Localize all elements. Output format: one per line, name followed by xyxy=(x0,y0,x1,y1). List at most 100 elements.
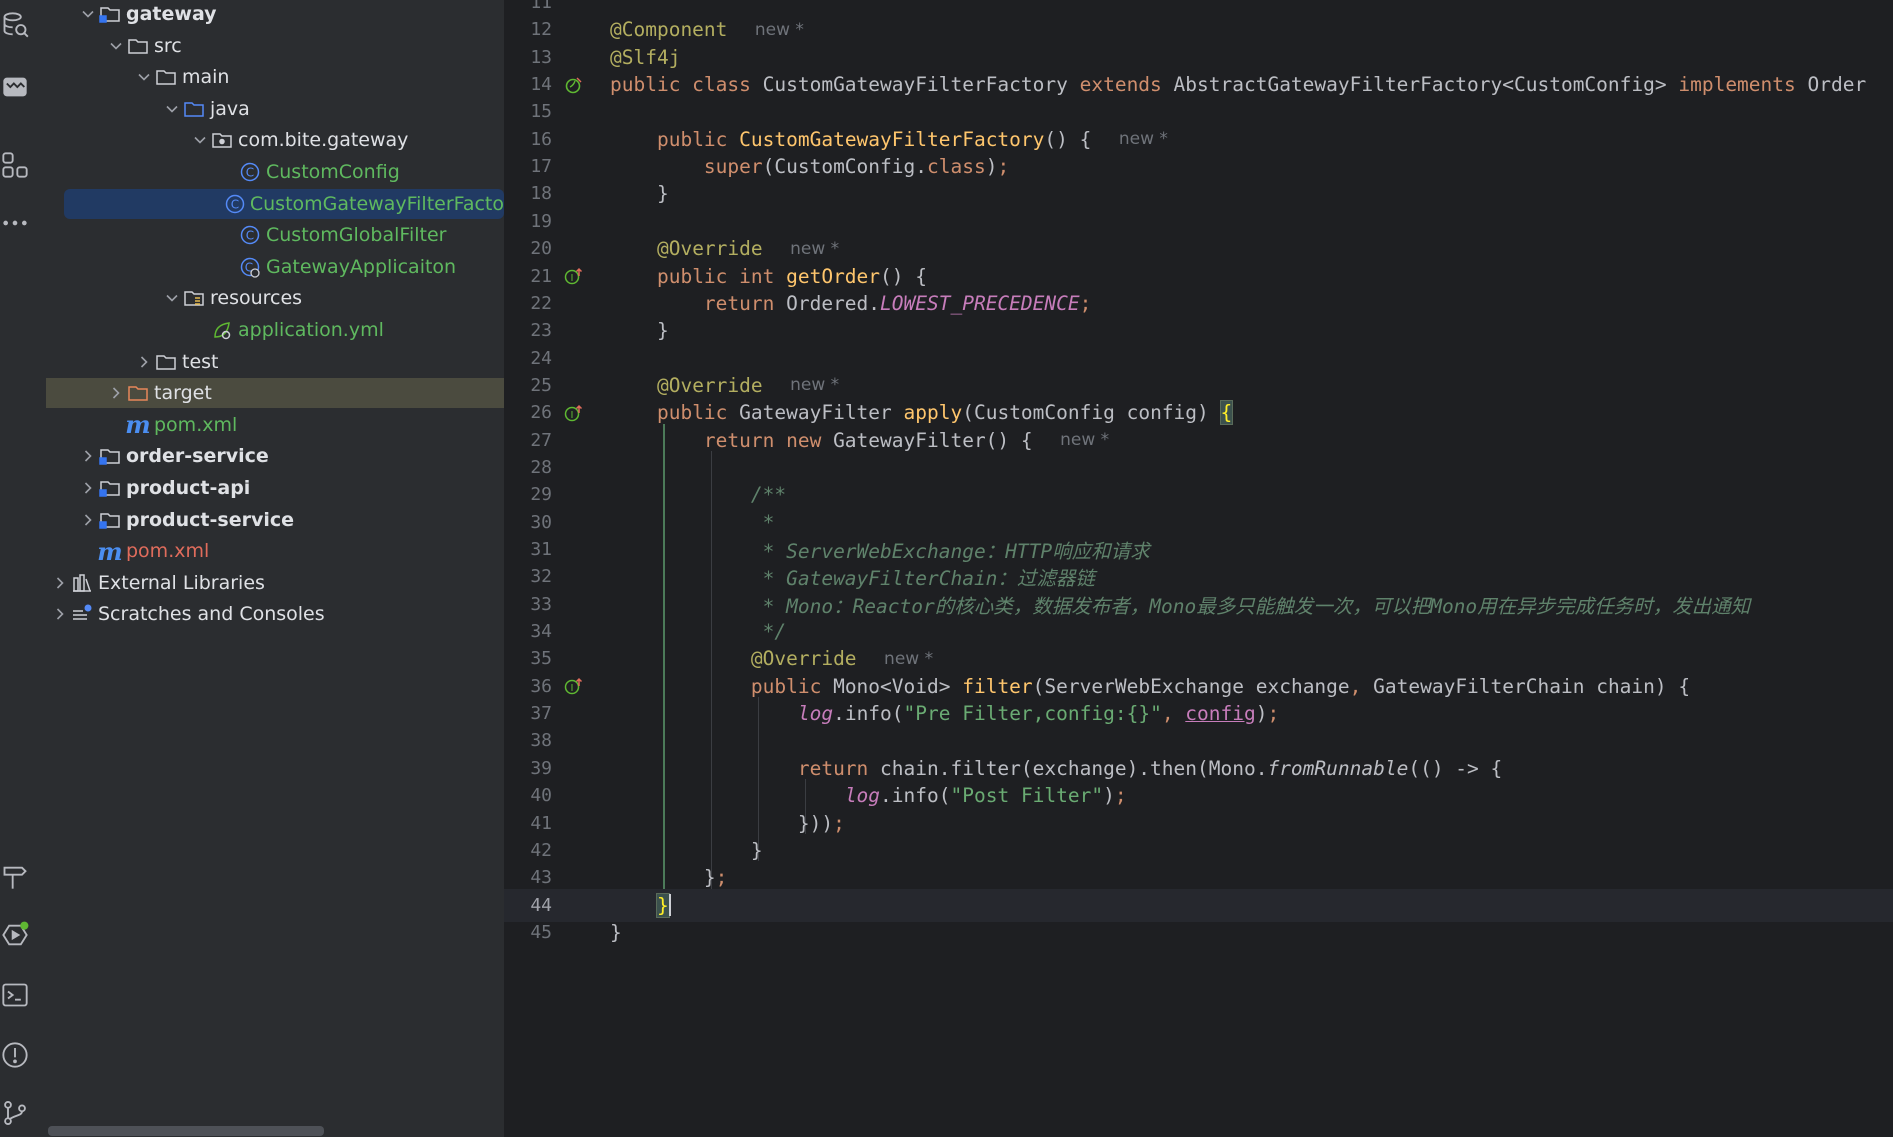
services-icon[interactable] xyxy=(0,920,30,950)
code-token: @Component xyxy=(610,18,728,42)
implements-icon[interactable]: I xyxy=(552,403,596,423)
line-number: 27 xyxy=(530,429,552,451)
git-icon[interactable] xyxy=(0,1098,30,1128)
tree-item[interactable]: target xyxy=(46,378,504,409)
line-number: 32 xyxy=(530,566,552,588)
chevron-down-icon[interactable] xyxy=(134,70,154,84)
code-token: ) xyxy=(1103,784,1115,808)
code-token: return new xyxy=(703,428,834,452)
code-token: } xyxy=(703,866,716,890)
line-number: 12 xyxy=(530,19,552,41)
chevron-right-icon[interactable] xyxy=(78,481,98,495)
tree-item[interactable]: External Libraries xyxy=(46,568,504,598)
chevron-down-icon[interactable] xyxy=(162,291,182,305)
tree-item[interactable]: test xyxy=(46,347,504,377)
code-vision-hint: new * xyxy=(1060,430,1110,451)
code-token: Order xyxy=(1807,73,1867,97)
build-icon[interactable] xyxy=(0,862,30,892)
code-token: Ordered. xyxy=(786,291,881,315)
chevron-right-icon[interactable] xyxy=(50,576,70,590)
tree-item[interactable]: Scratches and Consoles xyxy=(46,599,504,629)
tree-item-label: java xyxy=(210,97,250,120)
code-token: public xyxy=(750,674,834,698)
chevron-right-icon[interactable] xyxy=(78,513,98,527)
code-vision-hint: new * xyxy=(754,19,804,40)
tree-item[interactable]: m pom.xml xyxy=(46,410,504,440)
code-token: public class xyxy=(610,73,763,97)
code-token: ; xyxy=(1114,784,1127,808)
code-token: ; xyxy=(1267,702,1280,726)
bean-icon[interactable] xyxy=(552,75,596,95)
module-folder-icon xyxy=(98,3,122,25)
tool-window-stripe xyxy=(0,0,47,1137)
code-token: } xyxy=(656,319,669,343)
tree-item-label: gateway xyxy=(126,3,217,25)
tree-item[interactable]: gateway xyxy=(46,0,504,29)
chevron-down-icon[interactable] xyxy=(106,39,126,53)
chevron-down-icon[interactable] xyxy=(190,133,210,147)
tree-item[interactable]: C CustomGlobalFilter xyxy=(46,220,504,250)
line-number: 14 xyxy=(530,74,552,96)
code-token: return xyxy=(797,756,881,780)
implements-icon[interactable]: I xyxy=(552,266,596,286)
code-token: implements xyxy=(1678,73,1808,97)
tree-item[interactable]: main xyxy=(46,62,504,92)
tree-item[interactable]: src xyxy=(46,31,504,61)
tree-item[interactable]: application.yml xyxy=(46,315,504,345)
line-number: 26 xyxy=(530,402,552,424)
database-icon[interactable] xyxy=(0,10,30,40)
tree-item[interactable]: resources xyxy=(46,283,504,313)
svg-text:I: I xyxy=(571,273,574,284)
svg-text:C: C xyxy=(246,229,254,243)
code-token: ) xyxy=(985,155,998,179)
tree-item-label: product-service xyxy=(126,508,294,531)
chevron-right-icon[interactable] xyxy=(50,607,70,621)
svg-text:C: C xyxy=(231,197,239,211)
chevron-down-icon[interactable] xyxy=(78,7,98,21)
package-icon xyxy=(210,129,234,151)
tree-item-label: com.bite.gateway xyxy=(238,129,409,152)
structure-icon[interactable] xyxy=(0,150,30,180)
tree-item[interactable]: product-api xyxy=(46,473,504,503)
code-token: fromRunnable xyxy=(1267,756,1409,780)
tree-item[interactable]: java xyxy=(46,94,504,124)
line-number: 28 xyxy=(530,456,552,478)
code-editor[interactable]: 11 12 @Component new * 13 @Slf4j 14 public cla… xyxy=(504,0,1893,1137)
chevron-right-icon[interactable] xyxy=(134,355,154,369)
horizontal-scrollbar[interactable] xyxy=(48,1126,324,1136)
libraries-icon xyxy=(70,572,94,594)
terminal-icon[interactable] xyxy=(0,980,30,1010)
tree-item[interactable]: C CustomConfig xyxy=(46,157,504,187)
tree-item[interactable]: C GatewayApplicaiton xyxy=(46,252,504,282)
line-number: 31 xyxy=(530,539,552,560)
code-token: config xyxy=(1185,702,1256,726)
tree-item[interactable]: m pom.xml xyxy=(46,536,504,566)
code-token: @Override xyxy=(656,373,763,397)
implements-icon[interactable]: I xyxy=(552,676,596,696)
chevron-right-icon[interactable] xyxy=(106,386,126,400)
code-token: getOrder xyxy=(786,264,881,288)
chevron-right-icon[interactable] xyxy=(78,449,98,463)
line-number: 44 xyxy=(530,894,552,916)
line-number: 17 xyxy=(530,156,552,178)
tree-item-label: main xyxy=(182,66,230,89)
code-token: CustomGatewayFilterFactory xyxy=(762,73,1080,97)
class-icon: C xyxy=(238,161,262,183)
code-line[interactable]: 45} xyxy=(504,916,1893,949)
tree-item[interactable]: com.bite.gateway xyxy=(46,125,504,155)
tree-item[interactable]: C CustomGatewayFilterFacto xyxy=(64,188,504,219)
problems-icon[interactable] xyxy=(0,1040,30,1070)
tree-item[interactable]: product-service xyxy=(46,505,504,535)
class-icon: C xyxy=(238,224,262,246)
more-icon[interactable] xyxy=(0,208,30,238)
tree-item[interactable]: order-service xyxy=(46,441,504,471)
line-number: 18 xyxy=(530,183,552,205)
chevron-down-icon[interactable] xyxy=(162,102,182,116)
ai-assistant-icon[interactable] xyxy=(0,72,30,102)
